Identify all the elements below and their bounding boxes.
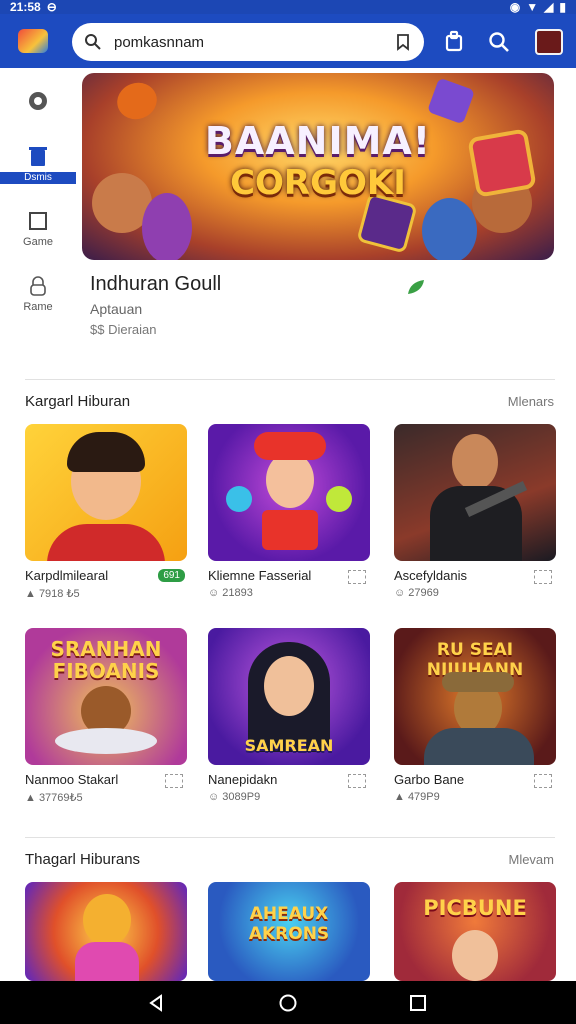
app-thumbnail[interactable]: SAMREAN xyxy=(208,628,370,765)
app-name: Garbo Bane xyxy=(394,772,465,787)
status-time: 21:58 xyxy=(10,0,41,14)
divider xyxy=(25,837,555,838)
more-options-icon[interactable] xyxy=(534,774,552,788)
nav-item-dsmis[interactable]: Dsmis xyxy=(0,68,76,184)
leaf-icon xyxy=(408,280,424,294)
featured-title[interactable]: Indhuran Goull xyxy=(90,273,221,296)
app-tile[interactable]: Ascefyldanis ☺ 27969 xyxy=(394,424,556,599)
delete-icon xyxy=(29,147,47,166)
app-thumbnail-title: AHEAUX AKRONS xyxy=(248,904,330,944)
hero-ball-icon xyxy=(112,77,162,125)
app-bar: pomkasnnam xyxy=(0,14,576,68)
app-name: Kliemne Fasserial xyxy=(208,568,312,583)
app-tile[interactable]: AHEAUX AKRONS xyxy=(208,882,370,981)
app-tile[interactable]: SRANHAN FIBOANIS Nanmoo Stakarl ▲ 37769₺… xyxy=(25,628,187,804)
hero-banner[interactable]: BAANIMA! CORGOKI xyxy=(82,73,554,260)
app-stat: ☺ 3089P9 xyxy=(208,791,261,803)
app-name: Nanepidakn xyxy=(208,772,278,787)
hero-title-line1: BAANIMA! xyxy=(204,119,432,163)
section-title: Kargarl Hiburan xyxy=(25,393,131,410)
back-icon[interactable] xyxy=(146,993,166,1013)
app-stat: ▲ 37769₺5 xyxy=(25,792,83,804)
rating-badge: 691 xyxy=(158,569,185,582)
battery-icon: ▮ xyxy=(559,0,566,14)
app-thumbnail[interactable]: PICBUNE xyxy=(394,882,556,981)
app-stat: ☺ 21893 xyxy=(208,587,253,599)
hero-title: BAANIMA! CORGOKI xyxy=(82,119,554,203)
nav-label-game: Game xyxy=(23,236,53,248)
game-icon xyxy=(29,212,47,230)
nav-label-dsmis: Dsmis xyxy=(0,172,76,184)
home-icon[interactable] xyxy=(278,993,298,1013)
app-name: Nanmoo Stakarl xyxy=(25,772,119,787)
more-options-icon[interactable] xyxy=(534,570,552,584)
app-root: 21:58 ⊖ ◉ ▼ ◢ ▮ pomkasnnam Dsmis Game Ra… xyxy=(0,0,576,1024)
status-indicator: ⊖ xyxy=(46,0,57,14)
app-name: Ascefyldanis xyxy=(394,568,467,583)
search-input[interactable]: pomkasnnam xyxy=(114,34,394,51)
app-tile[interactable]: Karpdlmilearal 691 ▲ 7918 ₺5 xyxy=(25,424,187,600)
app-tile[interactable]: SAMREAN Nanepidakn ☺ 3089P9 xyxy=(208,628,370,803)
side-nav: Dsmis Game Rame xyxy=(0,68,76,368)
profile-avatar[interactable] xyxy=(535,29,563,55)
lock-icon xyxy=(30,276,46,296)
section-more-link[interactable]: Mlenars xyxy=(508,394,554,409)
app-tile[interactable]: RU SEAI NIIUHANN Garbo Bane ▲ 479P9 xyxy=(394,628,556,803)
more-options-icon[interactable] xyxy=(348,774,366,788)
extensions-icon[interactable] xyxy=(442,30,466,54)
app-thumbnail[interactable]: AHEAUX AKRONS xyxy=(208,882,370,981)
app-stat: ▲ 479P9 xyxy=(394,791,440,803)
recents-icon[interactable] xyxy=(408,993,428,1013)
hero-dice-icon xyxy=(426,77,476,125)
app-thumbnail[interactable]: RU SEAI NIIUHANN xyxy=(394,628,556,765)
status-bar: 21:58 ⊖ ◉ ▼ ◢ ▮ xyxy=(0,0,576,14)
app-stat: ▲ 7918 ₺5 xyxy=(25,588,80,600)
app-thumbnail[interactable] xyxy=(25,424,187,561)
search-bar[interactable]: pomkasnnam xyxy=(72,23,424,61)
featured-subtitle: Aptauan xyxy=(90,301,143,317)
nav-item-rame[interactable]: Rame xyxy=(0,276,76,328)
app-tile[interactable]: PICBUNE xyxy=(394,882,556,981)
app-thumbnail[interactable] xyxy=(208,424,370,561)
app-thumbnail-title: SRANHAN FIBOANIS xyxy=(50,637,162,683)
app-thumbnail-title: PICBUNE xyxy=(423,896,527,920)
hero-title-line2: CORGOKI xyxy=(230,163,406,203)
nav-label-rame: Rame xyxy=(23,301,53,313)
signal-icon: ◢ xyxy=(544,0,554,14)
more-options-icon[interactable] xyxy=(348,570,366,584)
app-thumbnail-title: SAMREAN xyxy=(244,736,334,755)
system-nav-bar xyxy=(0,981,576,1024)
location-icon: ◉ xyxy=(509,0,521,14)
app-stat: ☺ 27969 xyxy=(394,587,439,599)
search-action-icon[interactable] xyxy=(487,30,511,54)
hero-character xyxy=(142,193,192,260)
section-more-link[interactable]: Mlevam xyxy=(508,852,554,867)
featured-meta: $$ Dieraian xyxy=(90,322,157,337)
hero-character xyxy=(422,198,477,260)
search-icon xyxy=(85,34,101,50)
section-title: Thagarl Hiburans xyxy=(25,851,141,868)
app-thumbnail[interactable] xyxy=(394,424,556,561)
app-thumbnail[interactable] xyxy=(25,882,187,981)
app-logo-icon[interactable] xyxy=(18,29,48,53)
nav-item-game[interactable]: Game xyxy=(0,211,76,263)
app-tile[interactable] xyxy=(25,882,187,981)
app-name: Karpdlmilearal xyxy=(25,568,109,583)
app-thumbnail[interactable]: SRANHAN FIBOANIS xyxy=(25,628,187,765)
divider xyxy=(25,379,555,380)
app-tile[interactable]: Kliemne Fasserial ☺ 21893 xyxy=(208,424,370,599)
more-options-icon[interactable] xyxy=(165,774,183,788)
wifi-icon: ▼ xyxy=(526,0,539,14)
bookmark-icon[interactable] xyxy=(394,33,412,51)
